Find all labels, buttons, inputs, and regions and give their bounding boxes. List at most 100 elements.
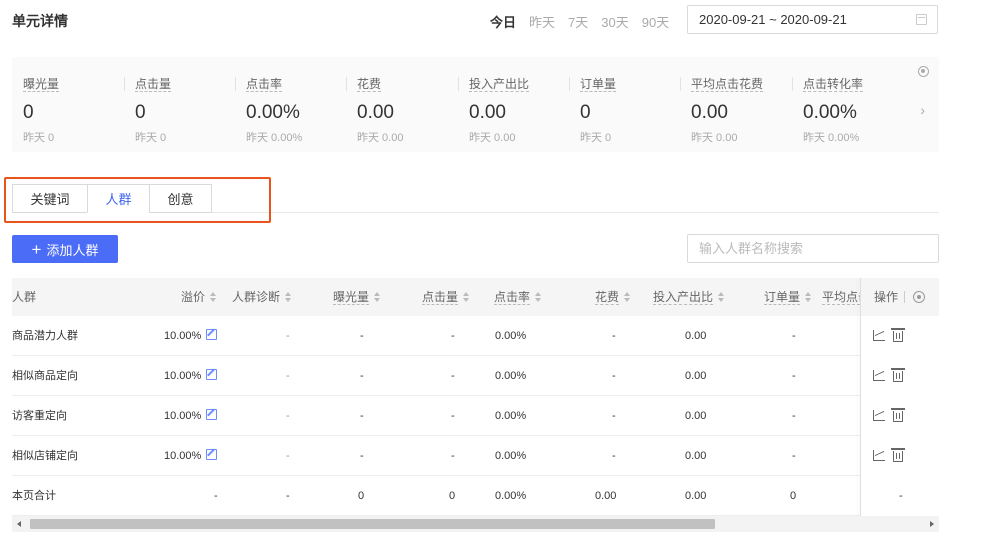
audience-search-input[interactable] bbox=[687, 234, 939, 263]
sort-icon bbox=[805, 292, 812, 302]
sort-icon bbox=[463, 292, 470, 302]
cell-impressions: - bbox=[360, 370, 364, 382]
tabs-highlight-box bbox=[4, 177, 271, 223]
cell-audience-name: 商品潜力人群 bbox=[12, 330, 78, 342]
metric-label: 曝光量 bbox=[23, 77, 60, 92]
fixed-column-shadow bbox=[860, 278, 861, 516]
edit-icon[interactable] bbox=[206, 449, 218, 460]
metrics-settings-gear-icon[interactable] bbox=[918, 66, 929, 77]
cell-total-operation: - bbox=[899, 490, 903, 502]
cell-cost: 0.00 bbox=[595, 490, 617, 502]
th-premium[interactable]: 溢价 bbox=[181, 278, 217, 316]
cell-diagnosis: - bbox=[286, 410, 290, 422]
th-cost[interactable]: 花费 bbox=[595, 278, 631, 316]
delete-icon[interactable] bbox=[891, 368, 905, 382]
cell-clicks: - bbox=[451, 450, 455, 462]
cell-impressions: - bbox=[360, 410, 364, 422]
metric-avg-cpc: 平均点击花费 0.00 昨天 0.00 bbox=[680, 57, 792, 152]
cell-total-label: 本页合计 bbox=[12, 490, 56, 502]
th-ctr[interactable]: 点击率 bbox=[494, 278, 542, 316]
cell-audience-name: 相似商品定向 bbox=[12, 370, 78, 382]
audience-table: 人群 溢价 人群诊断 曝光量 点击量 点击率 花费 投入产出比 订单量 平均点击… bbox=[12, 278, 939, 516]
scrollbar-thumb[interactable] bbox=[30, 519, 715, 529]
th-diagnosis[interactable]: 人群诊断 bbox=[232, 278, 292, 316]
sort-icon bbox=[718, 292, 725, 302]
scroll-right-arrow-icon[interactable] bbox=[930, 521, 934, 527]
quick-date-7d[interactable]: 7天 bbox=[568, 12, 588, 31]
trend-chart-icon[interactable] bbox=[873, 330, 885, 341]
metric-prev: 昨天 0.00% bbox=[246, 132, 303, 144]
th-clicks[interactable]: 点击量 bbox=[422, 278, 470, 316]
edit-icon[interactable] bbox=[206, 409, 218, 420]
calendar-icon bbox=[916, 14, 927, 25]
trend-chart-icon[interactable] bbox=[873, 370, 885, 381]
cell-impressions: 0 bbox=[358, 490, 365, 502]
metric-ctr: 点击率 0.00% 昨天 0.00% bbox=[235, 57, 346, 152]
sort-icon bbox=[210, 292, 217, 302]
quick-date-30d[interactable]: 30天 bbox=[601, 12, 628, 31]
cell-diagnosis: - bbox=[286, 450, 290, 462]
cell-premium: 10.00% bbox=[164, 436, 218, 476]
metric-divider bbox=[458, 77, 459, 91]
metric-value: 0 bbox=[580, 102, 591, 123]
delete-icon[interactable] bbox=[891, 408, 905, 422]
th-orders[interactable]: 订单量 bbox=[764, 278, 812, 316]
sort-icon bbox=[285, 292, 292, 302]
quick-date-90d[interactable]: 90天 bbox=[642, 12, 669, 31]
chevron-right-icon[interactable]: › bbox=[920, 102, 925, 118]
metric-label: 点击量 bbox=[135, 77, 172, 92]
quick-date-today[interactable]: 今日 bbox=[490, 12, 516, 31]
quick-date-selector: 今日 昨天 7天 30天 90天 bbox=[490, 12, 682, 31]
metric-label: 平均点击花费 bbox=[691, 77, 764, 92]
metric-value: 0 bbox=[135, 102, 146, 123]
cell-ctr: 0.00% bbox=[495, 410, 527, 422]
th-roi[interactable]: 投入产出比 bbox=[653, 278, 725, 316]
sort-icon bbox=[624, 292, 631, 302]
page-title: 单元详情 bbox=[12, 13, 68, 29]
metric-prev: 昨天 0 bbox=[580, 132, 612, 144]
horizontal-scrollbar[interactable] bbox=[12, 516, 939, 532]
cell-diagnosis: - bbox=[286, 370, 290, 382]
metric-value: 0.00% bbox=[246, 102, 300, 123]
cell-audience-name: 相似店铺定向 bbox=[12, 450, 78, 462]
metric-value: 0 bbox=[23, 102, 34, 123]
metric-label: 订单量 bbox=[580, 77, 617, 92]
metric-prev: 昨天 0.00 bbox=[357, 132, 404, 144]
cell-cost: - bbox=[612, 450, 616, 462]
table-header: 人群 溢价 人群诊断 曝光量 点击量 点击率 花费 投入产出比 订单量 平均点击 bbox=[12, 278, 939, 316]
operations-header bbox=[861, 278, 939, 316]
cell-orders: - bbox=[792, 370, 796, 382]
edit-icon[interactable] bbox=[206, 369, 218, 380]
metric-prev: 昨天 0.00% bbox=[803, 132, 860, 144]
quick-date-yesterday[interactable]: 昨天 bbox=[529, 12, 555, 31]
date-range-picker[interactable]: 2020-09-21 ~ 2020-09-21 bbox=[687, 5, 938, 34]
cell-orders: - bbox=[792, 450, 796, 462]
add-audience-button[interactable]: + 添加人群 bbox=[12, 235, 118, 263]
add-audience-label: 添加人群 bbox=[46, 242, 99, 258]
table-row: 商品潜力人群 10.00% - - - 0.00% - 0.00 - bbox=[12, 316, 939, 356]
cell-clicks: - bbox=[451, 370, 455, 382]
trend-chart-icon[interactable] bbox=[873, 410, 885, 421]
metric-orders: 订单量 0 昨天 0 bbox=[569, 57, 680, 152]
trend-chart-icon[interactable] bbox=[873, 450, 885, 461]
metric-clicks: 点击量 0 昨天 0 bbox=[124, 57, 235, 152]
cell-premium: 10.00% bbox=[164, 316, 218, 356]
cell-ctr: 0.00% bbox=[495, 450, 527, 462]
operations-column: 操作 - bbox=[861, 278, 939, 516]
delete-icon[interactable] bbox=[891, 328, 905, 342]
column-settings-gear-icon[interactable] bbox=[913, 291, 925, 303]
cell-roi: 0.00 bbox=[685, 490, 707, 502]
cell-premium: - bbox=[214, 490, 218, 502]
cell-clicks: - bbox=[451, 410, 455, 422]
edit-icon[interactable] bbox=[206, 329, 218, 340]
th-impressions[interactable]: 曝光量 bbox=[333, 278, 381, 316]
table-row: 相似店铺定向 10.00% - - - 0.00% - 0.00 - bbox=[12, 436, 939, 476]
metric-prev: 昨天 0.00 bbox=[469, 132, 516, 144]
metric-divider bbox=[569, 77, 570, 91]
cell-clicks: - bbox=[451, 330, 455, 342]
sort-icon bbox=[374, 292, 381, 302]
cell-orders: - bbox=[792, 330, 796, 342]
delete-icon[interactable] bbox=[891, 448, 905, 462]
th-audience: 人群 bbox=[12, 290, 37, 304]
scroll-left-arrow-icon[interactable] bbox=[17, 521, 21, 527]
